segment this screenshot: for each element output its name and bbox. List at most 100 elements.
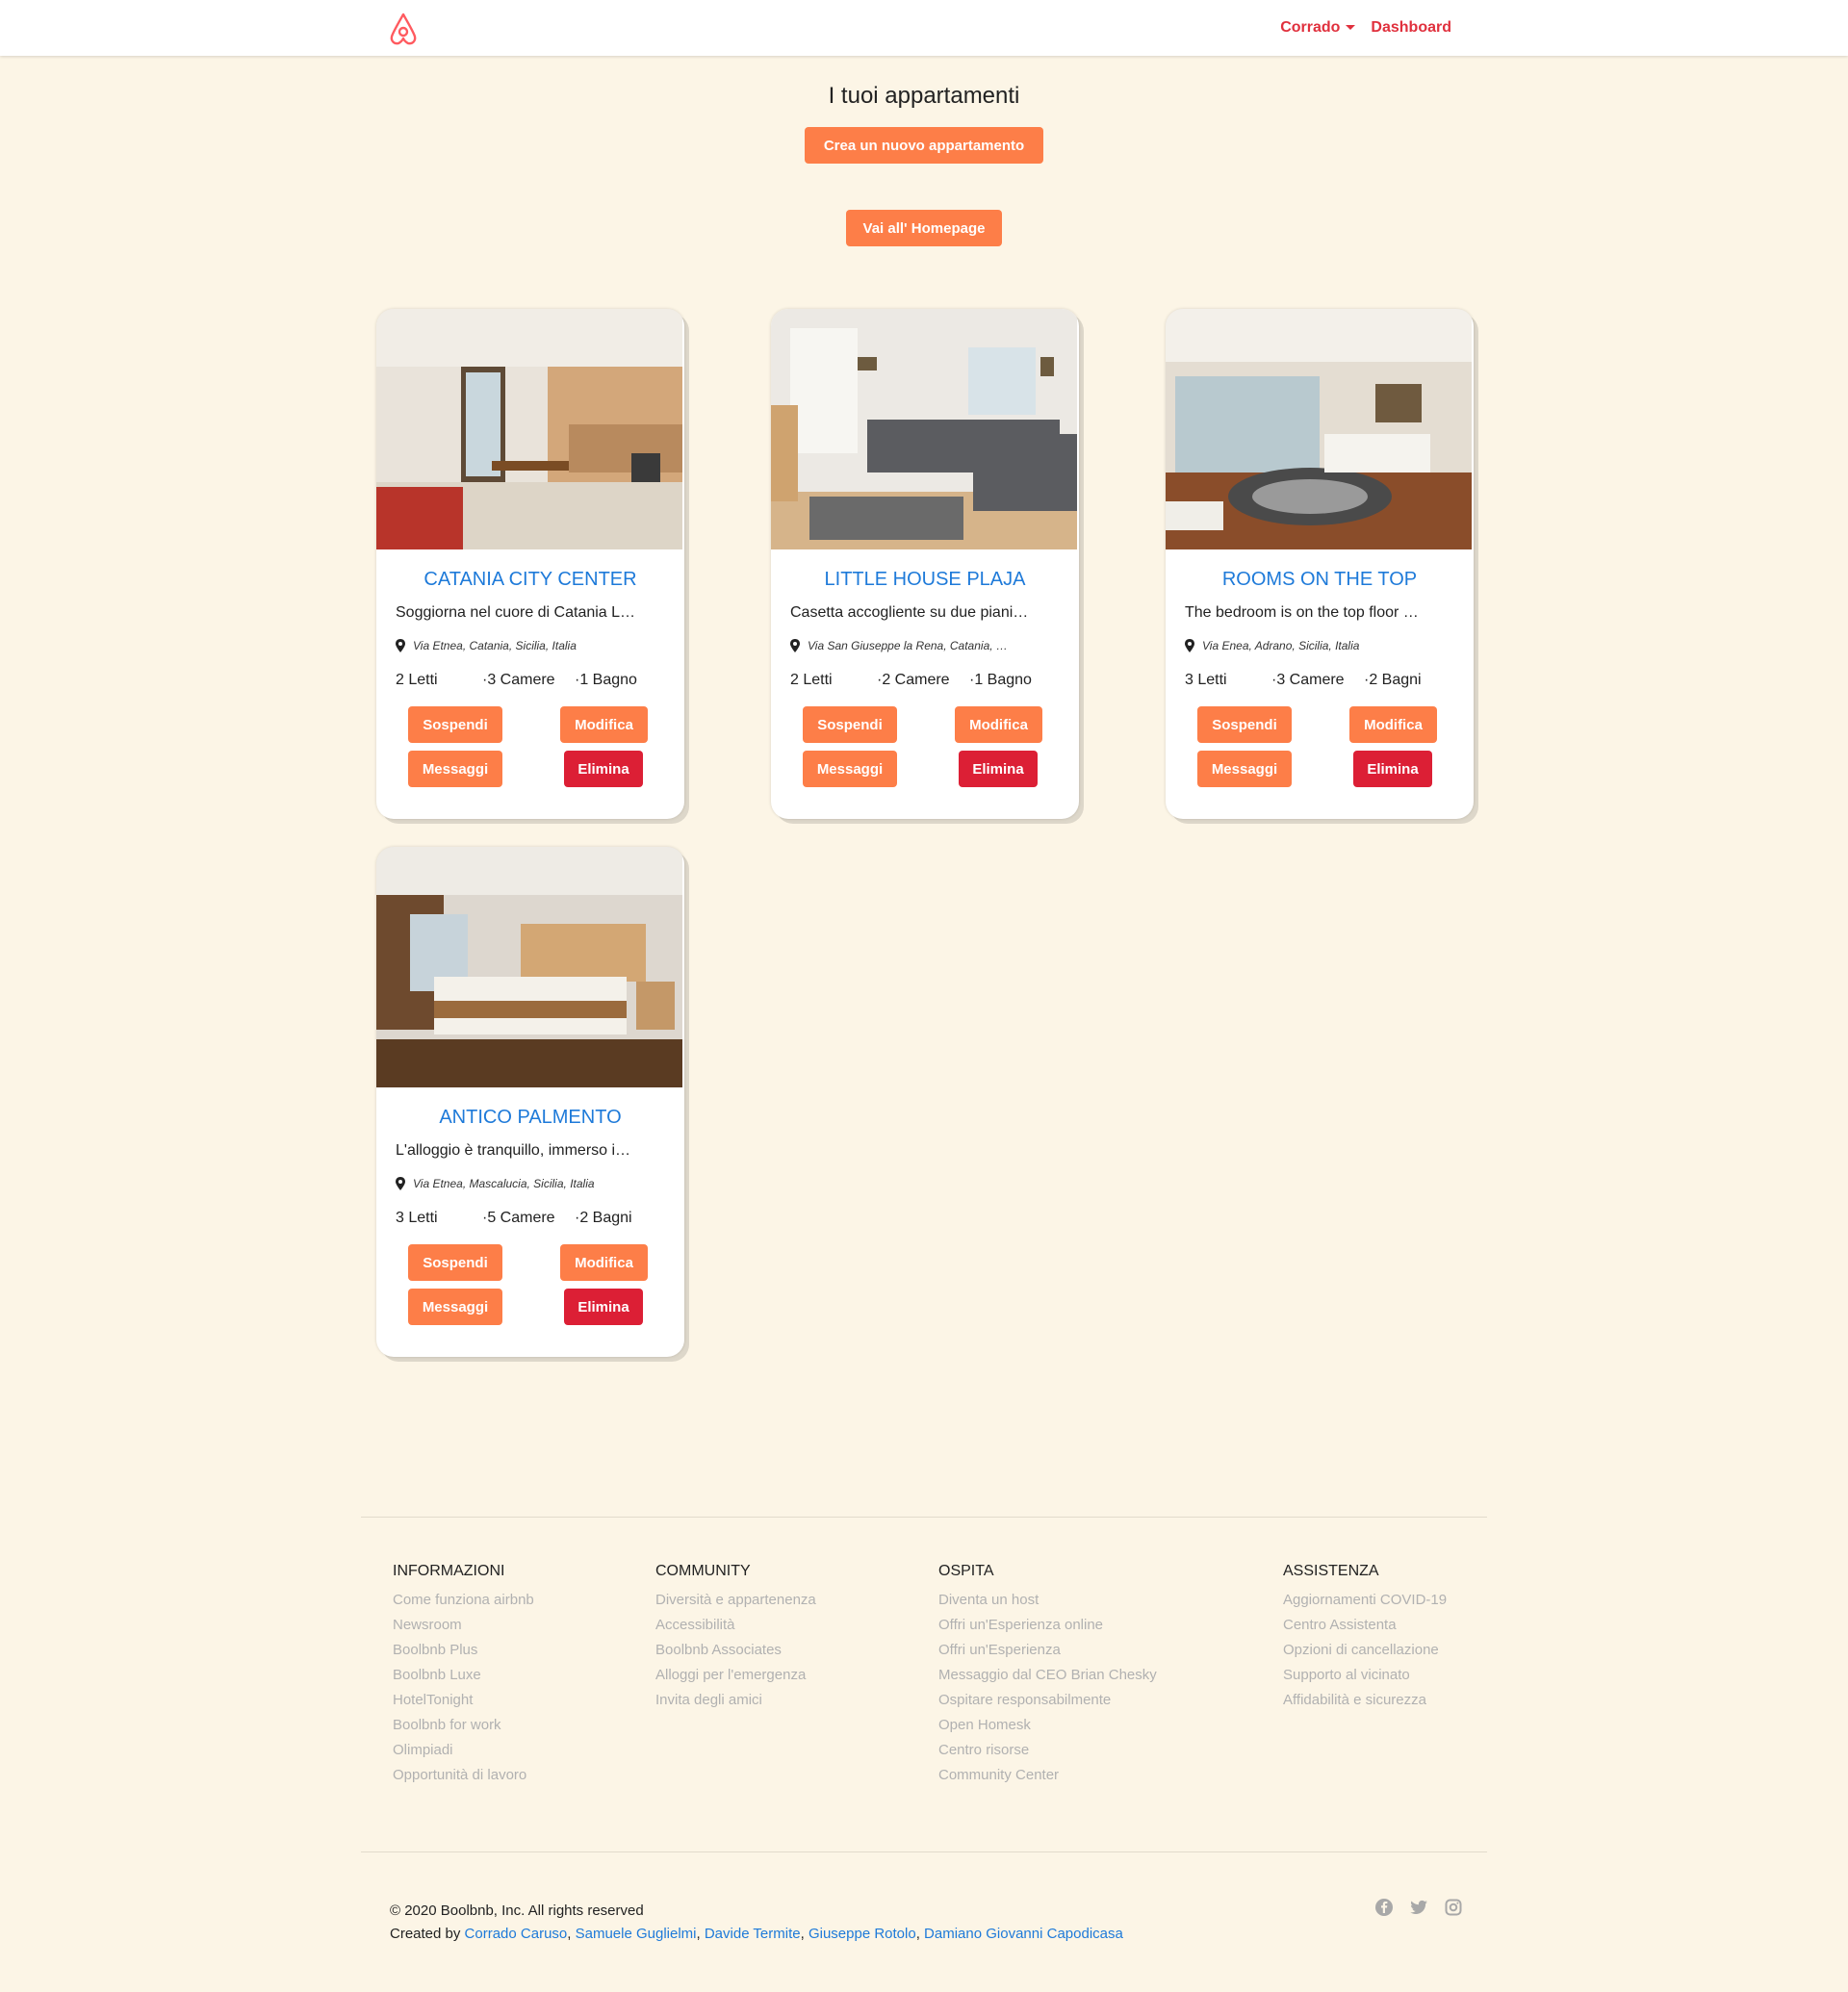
apartment-stats: 2 Letti ·2 Camere ·1 Bagno <box>790 672 1060 689</box>
apartment-photo[interactable] <box>376 847 682 1087</box>
created-by-label: Created by <box>390 1926 461 1942</box>
social-links <box>1374 1898 1463 1917</box>
apartment-title[interactable]: CATANIA CITY CENTER <box>376 569 684 591</box>
author-link[interactable]: Giuseppe Rotolo <box>808 1926 916 1942</box>
twitter-icon[interactable] <box>1409 1898 1428 1917</box>
footer-link[interactable]: Newsroom <box>393 1613 534 1638</box>
suspend-button[interactable]: Sospendi <box>408 706 502 743</box>
footer-col-community: COMMUNITY Diversità e appartenenza Acces… <box>655 1563 816 1713</box>
apartment-description: Soggiorna nel cuore di Catania L… <box>396 604 636 621</box>
footer-link[interactable]: Supporto al vicinato <box>1283 1663 1447 1688</box>
apartment-title[interactable]: ROOMS ON THE TOP <box>1166 569 1474 591</box>
map-pin-icon <box>790 639 800 652</box>
messages-button[interactable]: Messaggi <box>803 751 897 787</box>
author-link[interactable]: Samuele Guglielmi <box>576 1926 697 1942</box>
footer-heading: COMMUNITY <box>655 1563 751 1579</box>
footer-link[interactable]: Alloggi per l'emergenza <box>655 1663 816 1688</box>
footer-link[interactable]: Ospitare responsabilmente <box>938 1688 1157 1713</box>
map-pin-icon <box>396 639 405 652</box>
card-actions: Sospendi Modifica Messaggi Elimina <box>771 706 1079 793</box>
footer-link[interactable]: Boolbnb for work <box>393 1713 534 1738</box>
author-link[interactable]: Corrado Caruso <box>465 1926 568 1942</box>
credits-line: Created by Corrado Caruso, Samuele Gugli… <box>390 1926 1123 1942</box>
edit-button[interactable]: Modifica <box>1349 706 1437 743</box>
footer-col-ospita: OSPITA Diventa un host Offri un'Esperien… <box>938 1563 1157 1788</box>
footer-link[interactable]: Community Center <box>938 1763 1157 1788</box>
map-pin-icon <box>1185 639 1194 652</box>
apartment-title[interactable]: ANTICO PALMENTO <box>376 1107 684 1129</box>
airbnb-logo-icon[interactable] <box>387 12 420 46</box>
footer-link[interactable]: Boolbnb Plus <box>393 1638 534 1663</box>
footer-link[interactable]: Affidabilità e sicurezza <box>1283 1688 1447 1713</box>
footer-link[interactable]: Olimpiadi <box>393 1738 534 1763</box>
instagram-icon[interactable] <box>1444 1898 1463 1917</box>
footer-link[interactable]: Messaggio dal CEO Brian Chesky <box>938 1663 1157 1688</box>
footer-link[interactable]: Invita degli amici <box>655 1688 816 1713</box>
footer-link[interactable]: Boolbnb Associates <box>655 1638 816 1663</box>
delete-button[interactable]: Elimina <box>959 751 1038 787</box>
user-name: Corrado <box>1280 19 1341 36</box>
beds-count: 3 Letti <box>1185 672 1227 688</box>
address-text: Via Enea, Adrano, Sicilia, Italia <box>1202 639 1360 652</box>
footer-link[interactable]: Diversità e appartenenza <box>655 1588 816 1613</box>
footer-link[interactable]: Open Homesk <box>938 1713 1157 1738</box>
baths-count: ·1 Bagno <box>575 672 637 688</box>
edit-button[interactable]: Modifica <box>560 1244 648 1281</box>
apartment-address: Via Etnea, Catania, Sicilia, Italia <box>396 639 665 652</box>
address-text: Via Etnea, Catania, Sicilia, Italia <box>413 639 577 652</box>
footer-link[interactable]: Boolbnb Luxe <box>393 1663 534 1688</box>
suspend-button[interactable]: Sospendi <box>803 706 897 743</box>
dashboard-link[interactable]: Dashboard <box>1371 19 1451 37</box>
suspend-button[interactable]: Sospendi <box>408 1244 502 1281</box>
footer-link[interactable]: HotelTonight <box>393 1688 534 1713</box>
footer-link[interactable]: Diventa un host <box>938 1588 1157 1613</box>
apartment-address: Via Etnea, Mascalucia, Sicilia, Italia <box>396 1177 665 1190</box>
apartment-stats: 2 Letti ·3 Camere ·1 Bagno <box>396 672 665 689</box>
messages-button[interactable]: Messaggi <box>1197 751 1292 787</box>
apartment-title[interactable]: LITTLE HOUSE PLAJA <box>771 569 1079 591</box>
baths-count: ·2 Bagni <box>575 1210 632 1226</box>
card-actions: Sospendi Modifica Messaggi Elimina <box>376 706 684 793</box>
footer-link[interactable]: Opzioni di cancellazione <box>1283 1638 1447 1663</box>
apartment-address: Via Enea, Adrano, Sicilia, Italia <box>1185 639 1454 652</box>
suspend-button[interactable]: Sospendi <box>1197 706 1292 743</box>
footer-link[interactable]: Centro risorse <box>938 1738 1157 1763</box>
card-actions: Sospendi Modifica Messaggi Elimina <box>376 1244 684 1331</box>
apartment-photo[interactable] <box>1166 309 1472 549</box>
footer-link[interactable]: Come funziona airbnb <box>393 1588 534 1613</box>
delete-button[interactable]: Elimina <box>564 1289 643 1325</box>
copyright-text: © 2020 Boolbnb, Inc. All rights reserved <box>390 1903 644 1919</box>
apartment-description: L'alloggio è tranquillo, immerso i… <box>396 1142 631 1159</box>
apartment-stats: 3 Letti ·5 Camere ·2 Bagni <box>396 1210 665 1227</box>
map-pin-icon <box>396 1177 405 1190</box>
footer-col-assistenza: ASSISTENZA Aggiornamenti COVID-19 Centro… <box>1283 1563 1447 1713</box>
messages-button[interactable]: Messaggi <box>408 1289 502 1325</box>
facebook-icon[interactable] <box>1374 1898 1394 1917</box>
apartment-card: LITTLE HOUSE PLAJA Casetta accogliente s… <box>771 309 1079 819</box>
edit-button[interactable]: Modifica <box>560 706 648 743</box>
footer-link[interactable]: Opportunità di lavoro <box>393 1763 534 1788</box>
footer-link[interactable]: Centro Assistenta <box>1283 1613 1447 1638</box>
footer-link[interactable]: Aggiornamenti COVID-19 <box>1283 1588 1447 1613</box>
delete-button[interactable]: Elimina <box>564 751 643 787</box>
footer-link[interactable]: Offri un'Esperienza <box>938 1638 1157 1663</box>
footer-link[interactable]: Accessibilità <box>655 1613 816 1638</box>
footer-link[interactable]: Offri un'Esperienza online <box>938 1613 1157 1638</box>
card-actions: Sospendi Modifica Messaggi Elimina <box>1166 706 1474 793</box>
messages-button[interactable]: Messaggi <box>408 751 502 787</box>
address-text: Via San Giuseppe la Rena, Catania, … <box>808 639 1008 652</box>
author-link[interactable]: Damiano Giovanni Capodicasa <box>924 1926 1123 1942</box>
apartment-photo[interactable] <box>771 309 1077 549</box>
copyright-block: © 2020 Boolbnb, Inc. All rights reserved… <box>390 1900 1123 1946</box>
delete-button[interactable]: Elimina <box>1353 751 1432 787</box>
edit-button[interactable]: Modifica <box>955 706 1042 743</box>
author-link[interactable]: Davide Termite <box>705 1926 801 1942</box>
apartment-description: The bedroom is on the top floor … <box>1185 604 1419 621</box>
apartment-photo[interactable] <box>376 309 682 549</box>
rooms-count: ·2 Camere <box>877 672 950 688</box>
go-homepage-button[interactable]: Vai all' Homepage <box>846 210 1002 246</box>
apartment-card: ROOMS ON THE TOP The bedroom is on the t… <box>1166 309 1474 819</box>
user-dropdown[interactable]: Corrado <box>1280 19 1356 37</box>
create-apartment-button[interactable]: Crea un nuovo appartamento <box>805 127 1043 164</box>
footer-divider <box>361 1517 1487 1518</box>
